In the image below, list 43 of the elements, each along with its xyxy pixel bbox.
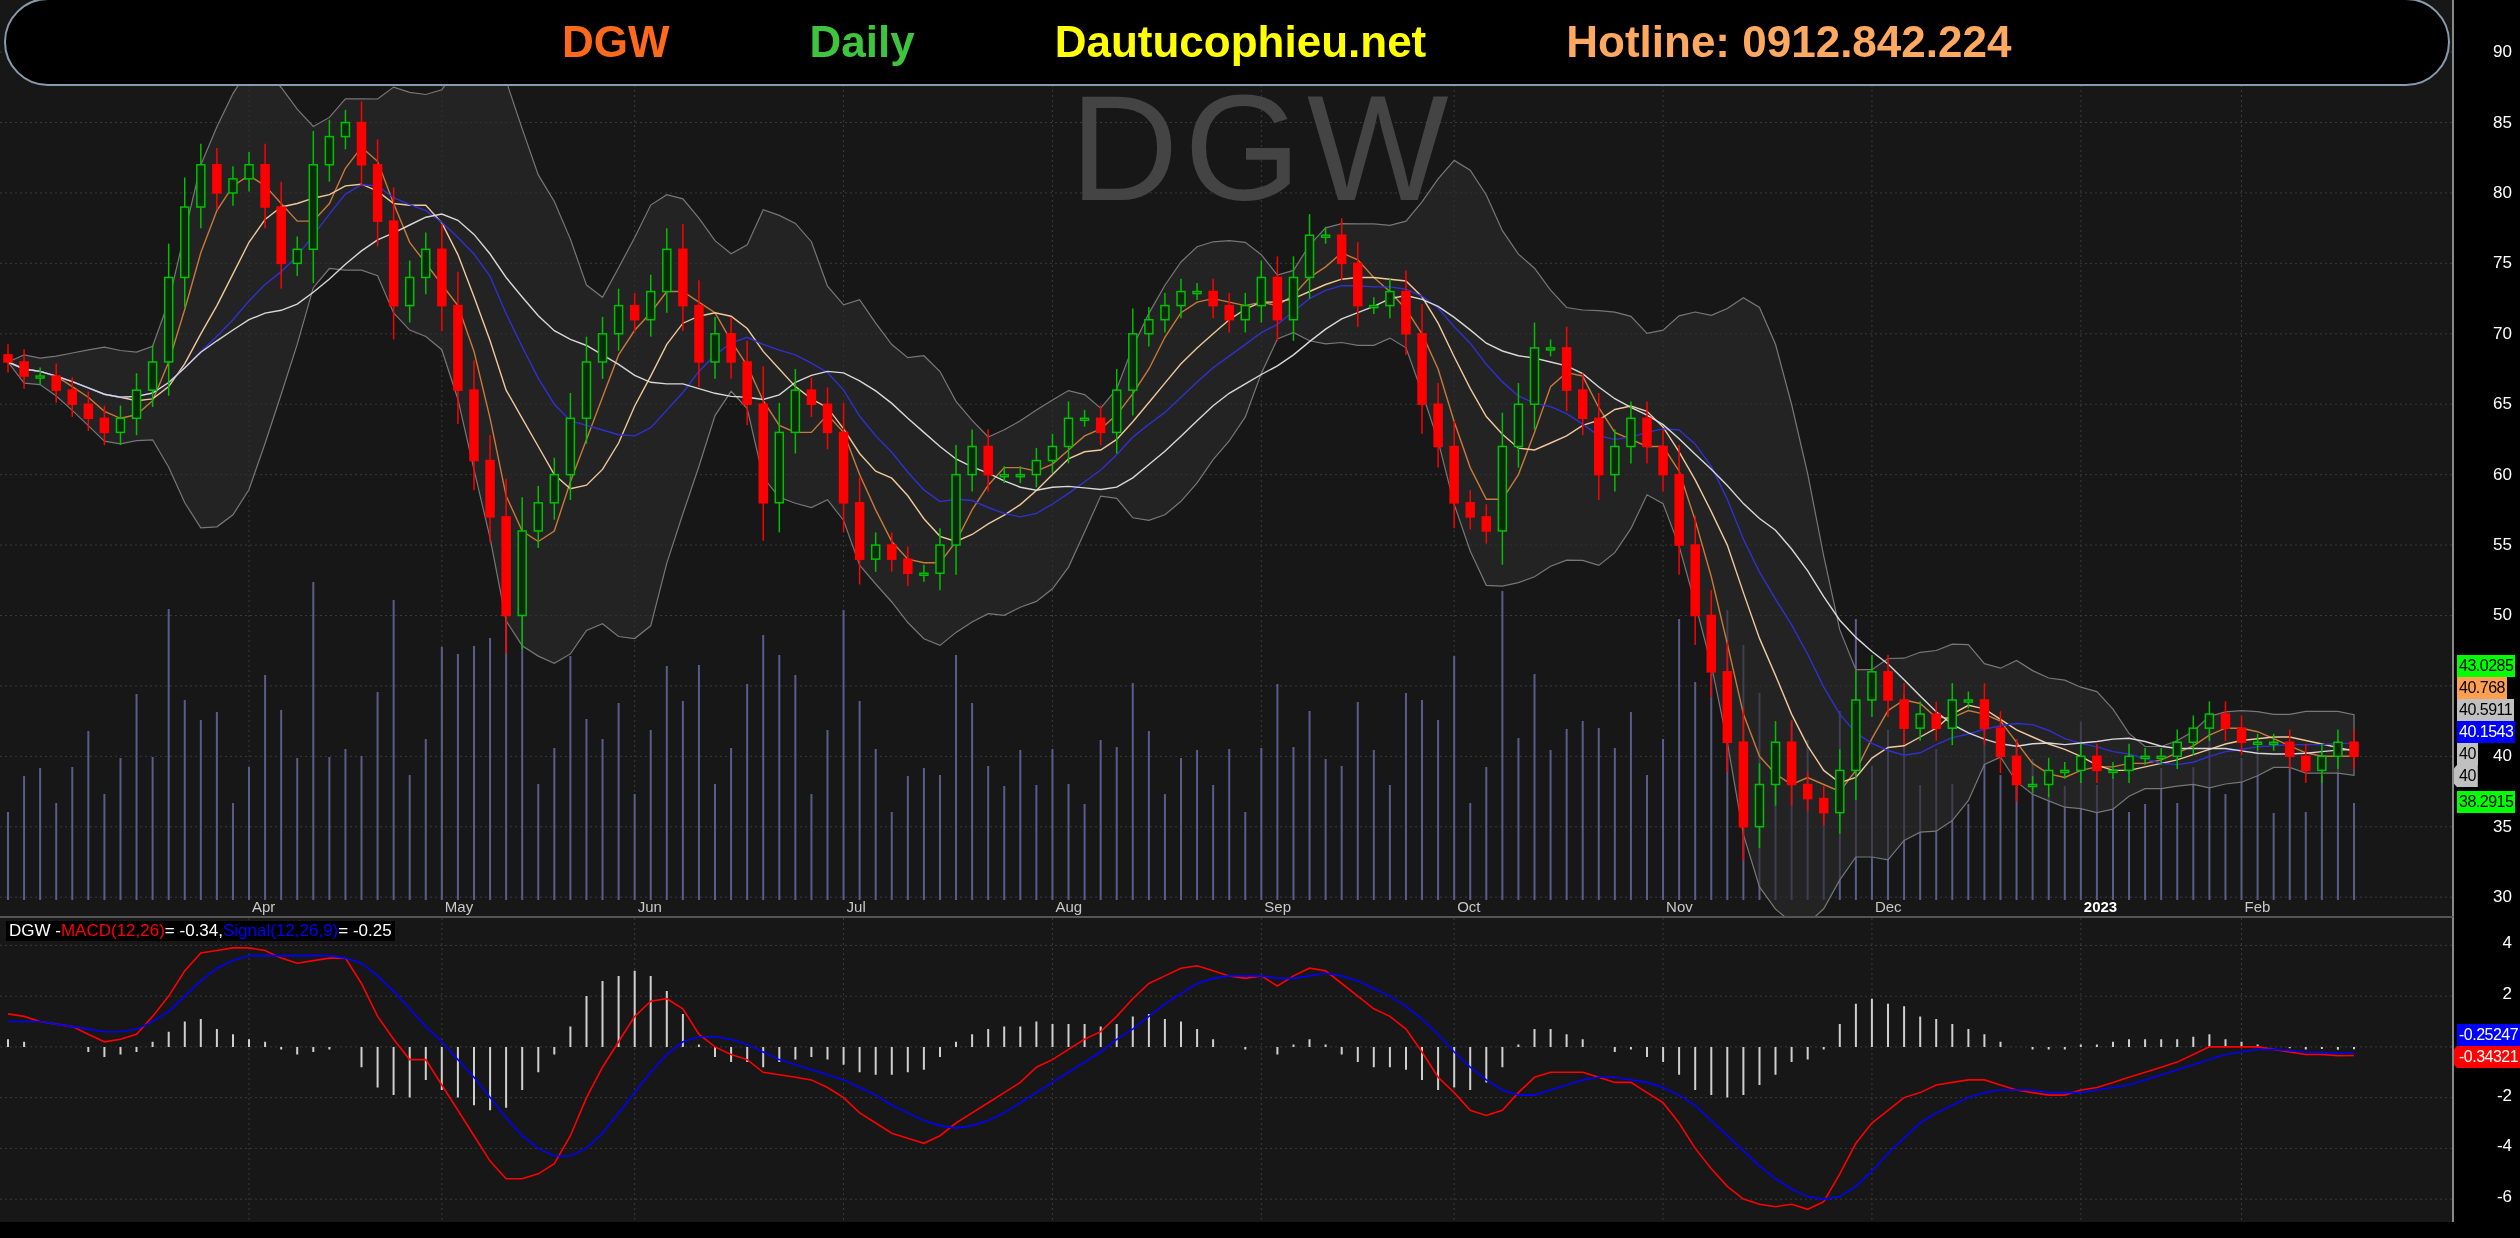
price-axis-label: 80 xyxy=(2493,182,2512,203)
price-value-label: 40 xyxy=(2454,765,2478,787)
price-axis-label: 30 xyxy=(2493,887,2512,908)
price-value-label: 43.0285 xyxy=(2457,655,2516,677)
month-label: Sep xyxy=(1264,898,1292,915)
price-axis-label: 85 xyxy=(2493,112,2512,133)
month-label: Aug xyxy=(1055,898,1083,915)
month-label: Jul xyxy=(846,898,866,915)
series-label: Signal(12,26,9) xyxy=(222,921,339,940)
month-label: May xyxy=(444,898,474,915)
indicator-value-label: -0.34321 xyxy=(2454,1046,2520,1068)
price-axis-label: 90 xyxy=(2493,42,2512,63)
month-label: Feb xyxy=(2244,898,2271,915)
price-axis-label: 65 xyxy=(2493,394,2512,415)
macd-axis-label: -4 xyxy=(2496,1136,2512,1157)
banner-text: Daily xyxy=(809,17,915,67)
banner-text: DGW xyxy=(562,17,670,67)
indicator-value-label: -0.25247 xyxy=(2457,1024,2520,1046)
month-label: 2023 xyxy=(2083,898,2118,915)
price-axis-label: 70 xyxy=(2493,323,2512,344)
price-axis-label: 50 xyxy=(2493,605,2512,626)
macd-legend: DGW -MACD(12,26)= -0.34,Signal(12,26,9)= -0.25 xyxy=(6,921,395,941)
price-value-label: 38.2915 xyxy=(2457,791,2516,813)
month-label: Dec xyxy=(1874,898,1902,915)
month-label: Oct xyxy=(1457,898,1481,915)
month-label: Apr xyxy=(252,898,276,915)
price-value-label: 40.1543 xyxy=(2457,721,2516,743)
price-axis-label: 75 xyxy=(2493,253,2512,274)
banner-text: Dautucophieu.net xyxy=(1054,17,1427,67)
banner-text: Hotline: 0912.842.224 xyxy=(1566,17,2012,67)
macd-axis-label: 4 xyxy=(2502,933,2512,954)
month-label: Jun xyxy=(637,898,662,915)
month-label: Nov xyxy=(1666,898,1693,915)
price-axis-label: 60 xyxy=(2493,464,2512,485)
price-value-label: 40 xyxy=(2457,743,2478,765)
macd-axis-label: 2 xyxy=(2502,984,2512,1005)
price-value-label: 40.5911 xyxy=(2457,699,2515,721)
price-axis-label: 35 xyxy=(2493,816,2512,837)
price-value-label: 40.768 xyxy=(2457,677,2507,699)
macd-axis-label: -6 xyxy=(2496,1187,2512,1208)
macd-axis-label: -2 xyxy=(2496,1085,2512,1106)
price-axis-label: 55 xyxy=(2493,535,2512,556)
price-axis-label: 40 xyxy=(2493,746,2512,767)
